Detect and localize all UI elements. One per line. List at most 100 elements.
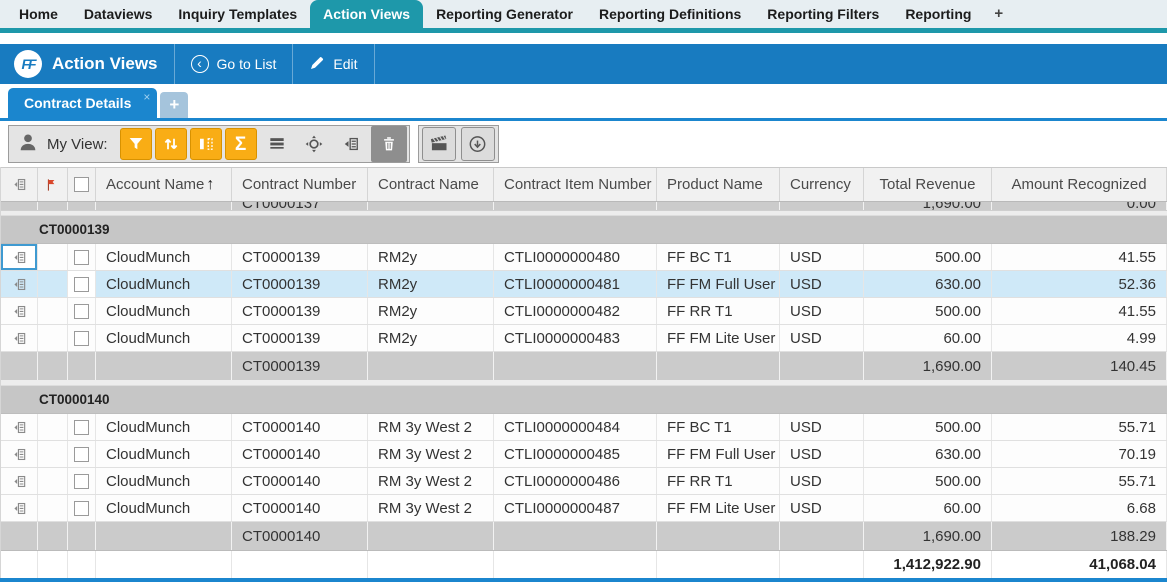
collapse-panel-button[interactable] <box>334 128 368 160</box>
row-checkbox[interactable] <box>74 474 89 489</box>
row-detail-cell[interactable] <box>1 244 38 270</box>
column-header-currency[interactable]: Currency <box>780 168 864 201</box>
row-checkbox-cell[interactable] <box>68 441 96 467</box>
table-row[interactable]: CloudMunchCT0000140RM 3y West 2CTLI00000… <box>1 441 1167 468</box>
cell-contract_number: CT0000139 <box>232 271 368 297</box>
column-header-item_number[interactable]: Contract Item Number <box>494 168 657 201</box>
row-detail-cell[interactable] <box>1 441 38 467</box>
row-flag-cell[interactable] <box>38 414 68 440</box>
spacer <box>0 33 1167 44</box>
table-row[interactable]: CloudMunchCT0000139RM2yCTLI0000000482FF … <box>1 298 1167 325</box>
export-download-button[interactable] <box>461 127 495 161</box>
cell-currency <box>780 522 864 550</box>
cell-amount_recognized: 6.68 <box>992 495 1167 521</box>
cell-contract_number: CT0000139 <box>232 244 368 270</box>
row-checkbox[interactable] <box>74 420 89 435</box>
row-flag-cell[interactable] <box>38 325 68 351</box>
group-header-row[interactable]: CT0000140 <box>1 386 1167 414</box>
row-checkbox[interactable] <box>74 501 89 516</box>
columns-button[interactable] <box>190 128 222 160</box>
cell-currency: USD <box>780 244 864 270</box>
nav-item-home[interactable]: Home <box>6 0 71 28</box>
row-checkbox-cell[interactable] <box>68 414 96 440</box>
edit-button[interactable]: Edit <box>293 44 374 84</box>
table-row[interactable]: CloudMunchCT0000140RM 3y West 2CTLI00000… <box>1 495 1167 522</box>
delete-button[interactable] <box>371 126 407 162</box>
cell-account <box>96 522 232 550</box>
table-header-row: Account Name↑Contract NumberContract Nam… <box>1 167 1167 202</box>
actions-button[interactable] <box>422 127 456 161</box>
row-grouping-button[interactable] <box>260 128 294 160</box>
row-checkbox[interactable] <box>74 277 89 292</box>
sort-button[interactable] <box>155 128 187 160</box>
row-detail-cell[interactable] <box>1 495 38 521</box>
row-checkbox-cell[interactable] <box>68 298 96 324</box>
column-header-account[interactable]: Account Name↑ <box>96 168 232 201</box>
nav-item-dataviews[interactable]: Dataviews <box>71 0 165 28</box>
cell-total_revenue: 500.00 <box>864 414 992 440</box>
app-bar: FF Action Views ‹ Go to List Edit <box>0 44 1167 84</box>
row-detail-cell[interactable] <box>1 271 38 297</box>
cell-contract_name: RM 3y West 2 <box>368 495 494 521</box>
column-header-select-all[interactable] <box>68 168 96 201</box>
cell-product: FF FM Full User <box>657 441 780 467</box>
nav-item-reporting-definitions[interactable]: Reporting Definitions <box>586 0 754 28</box>
cell-account <box>96 551 232 578</box>
cell-total_revenue: 60.00 <box>864 325 992 351</box>
filter-button[interactable] <box>120 128 152 160</box>
row-flag-cell[interactable] <box>38 441 68 467</box>
summaries-button[interactable]: Σ <box>225 128 257 160</box>
column-header-amount_recognized[interactable]: Amount Recognized <box>992 168 1167 201</box>
column-header-total_revenue[interactable]: Total Revenue <box>864 168 992 201</box>
cell-total_revenue: 500.00 <box>864 298 992 324</box>
row-checkbox-cell[interactable] <box>68 495 96 521</box>
row-checkbox[interactable] <box>74 304 89 319</box>
tab-contract-details[interactable]: Contract Details × <box>8 88 157 118</box>
cell-rowicon <box>1 551 38 578</box>
row-flag-cell[interactable] <box>38 244 68 270</box>
column-header-flag[interactable] <box>38 168 68 201</box>
row-flag-cell[interactable] <box>38 468 68 494</box>
nav-item-action-views[interactable]: Action Views <box>310 0 423 28</box>
row-checkbox[interactable] <box>74 250 89 265</box>
nav-item-inquiry-templates[interactable]: Inquiry Templates <box>165 0 310 28</box>
cell-item_number: CTLI0000000482 <box>494 298 657 324</box>
row-checkbox-cell[interactable] <box>68 468 96 494</box>
row-checkbox-cell[interactable] <box>68 271 96 297</box>
row-checkbox[interactable] <box>74 331 89 346</box>
table-row[interactable]: CloudMunchCT0000140RM 3y West 2CTLI00000… <box>1 414 1167 441</box>
table-row[interactable]: CloudMunchCT0000139RM2yCTLI0000000480FF … <box>1 244 1167 271</box>
nav-item-reporting-filters[interactable]: Reporting Filters <box>754 0 892 28</box>
clipped-subtotal-row: CT00001371,690.000.00 <box>1 202 1167 211</box>
go-to-list-button[interactable]: ‹ Go to List <box>175 44 294 84</box>
row-checkbox-cell[interactable] <box>68 244 96 270</box>
column-header-product[interactable]: Product Name <box>657 168 780 201</box>
nav-add-tab-button[interactable]: + <box>984 0 1013 28</box>
table-row[interactable]: CloudMunchCT0000140RM 3y West 2CTLI00000… <box>1 468 1167 495</box>
row-flag-cell[interactable] <box>38 298 68 324</box>
cell-contract_name: RM2y <box>368 244 494 270</box>
tab-add-button[interactable]: + <box>160 92 188 118</box>
tab-close-icon[interactable]: × <box>143 91 150 103</box>
cell-contract_number <box>232 551 368 578</box>
table-row[interactable]: CloudMunchCT0000139RM2yCTLI0000000481FF … <box>1 271 1167 298</box>
group-header-row[interactable]: CT0000139 <box>1 216 1167 244</box>
row-flag-cell[interactable] <box>38 271 68 297</box>
resize-fit-button[interactable] <box>297 128 331 160</box>
column-header-row-detail[interactable] <box>1 168 38 201</box>
row-detail-cell[interactable] <box>1 468 38 494</box>
cell-product: FF BC T1 <box>657 414 780 440</box>
nav-item-reporting-generator[interactable]: Reporting Generator <box>423 0 586 28</box>
row-checkbox-cell[interactable] <box>68 325 96 351</box>
column-header-contract_number[interactable]: Contract Number <box>232 168 368 201</box>
row-detail-cell[interactable] <box>1 325 38 351</box>
nav-item-reporting[interactable]: Reporting <box>892 0 984 28</box>
row-flag-cell[interactable] <box>38 495 68 521</box>
row-detail-cell[interactable] <box>1 298 38 324</box>
row-detail-cell[interactable] <box>1 414 38 440</box>
row-checkbox[interactable] <box>74 447 89 462</box>
column-header-contract_name[interactable]: Contract Name <box>368 168 494 201</box>
select-all-checkbox[interactable] <box>74 177 89 192</box>
table-row[interactable]: CloudMunchCT0000139RM2yCTLI0000000483FF … <box>1 325 1167 352</box>
column-label: Product Name <box>667 176 763 193</box>
